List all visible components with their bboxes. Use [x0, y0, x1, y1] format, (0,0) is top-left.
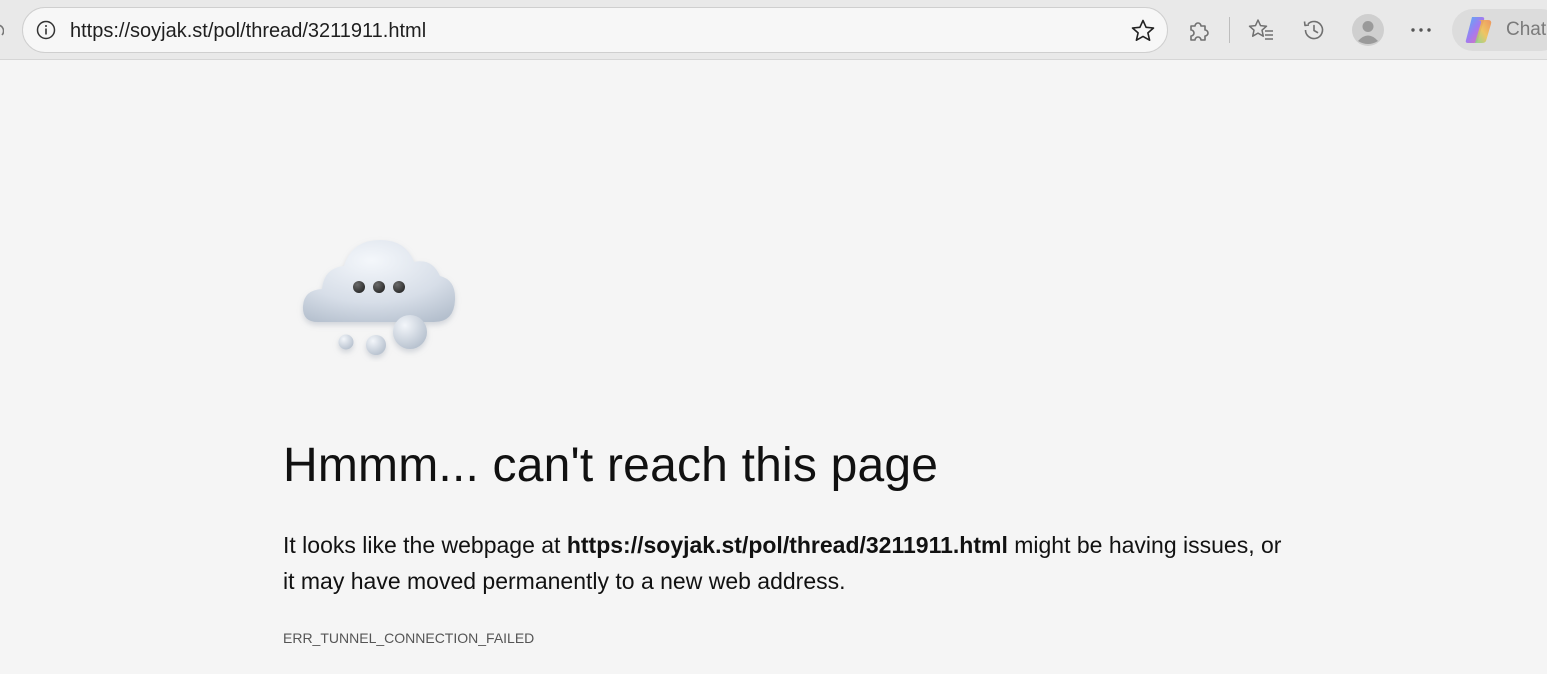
- browser-toolbar: https://soyjak.st/pol/thread/3211911.htm…: [0, 0, 1547, 60]
- toolbar-divider: [1229, 17, 1230, 43]
- description-url: https://soyjak.st/pol/thread/3211911.htm…: [566, 532, 1008, 558]
- favorite-star-icon[interactable]: [1129, 17, 1157, 45]
- copilot-icon: [1462, 14, 1496, 51]
- description-prefix: It looks like the webpage at: [283, 532, 567, 558]
- address-bar[interactable]: https://soyjak.st/pol/thread/3211911.htm…: [22, 7, 1168, 53]
- url-text[interactable]: https://soyjak.st/pol/thread/3211911.htm…: [70, 20, 426, 42]
- more-options-icon[interactable]: [1404, 13, 1438, 47]
- copilot-chat-button[interactable]: Chat: [1452, 9, 1547, 51]
- refresh-icon[interactable]: [0, 22, 5, 38]
- site-info-icon[interactable]: [36, 20, 56, 40]
- chat-label: Chat: [1506, 19, 1547, 40]
- error-code: ERR_TUNNEL_CONNECTION_FAILED: [283, 630, 535, 646]
- favorites-icon[interactable]: [1244, 13, 1278, 47]
- extensions-icon[interactable]: [1182, 13, 1216, 47]
- history-icon[interactable]: [1297, 13, 1331, 47]
- error-heading: Hmmm... can't reach this page: [283, 439, 939, 492]
- profile-avatar-icon[interactable]: [1351, 13, 1385, 47]
- error-description: It looks like the webpage at https://soy…: [283, 527, 1293, 599]
- thinking-cloud-icon: [296, 232, 464, 362]
